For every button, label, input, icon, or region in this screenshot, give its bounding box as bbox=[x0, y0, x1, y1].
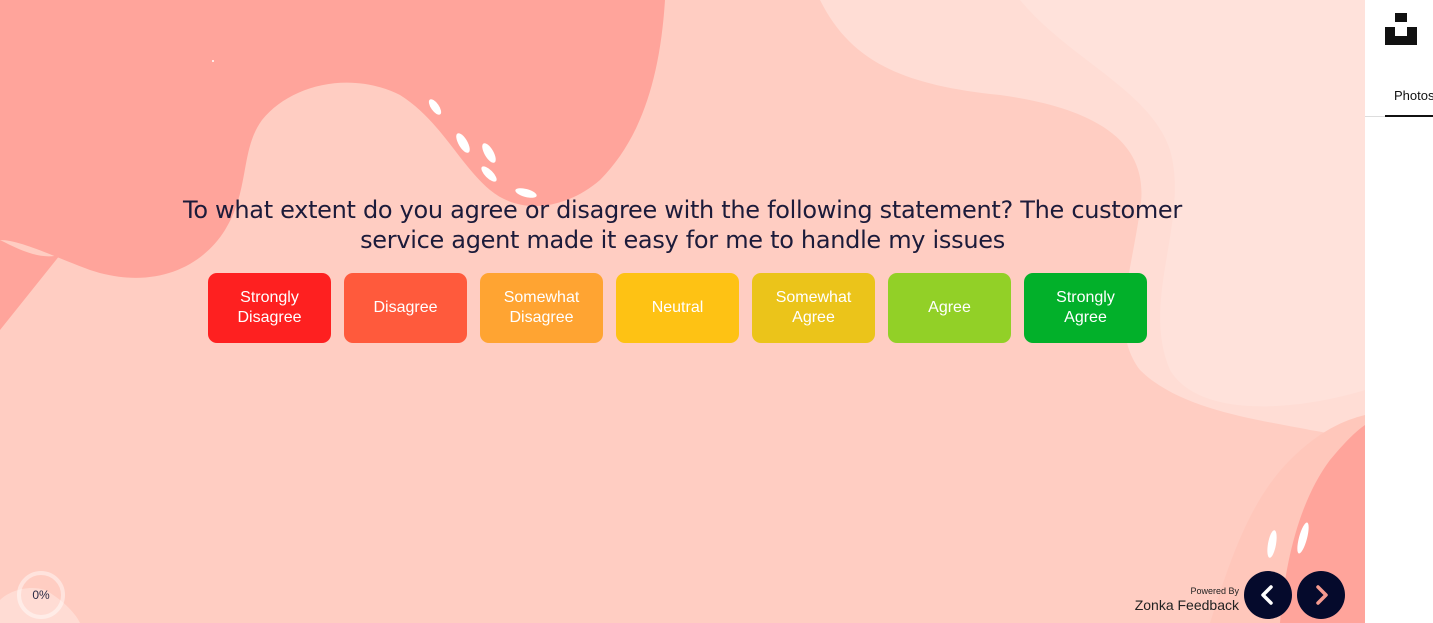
question-text: To what extent do you agree or disagree … bbox=[183, 196, 1182, 254]
previous-button[interactable] bbox=[1244, 571, 1292, 619]
powered-by-brand[interactable]: Zonka Feedback bbox=[1135, 597, 1239, 613]
option-agree[interactable]: Agree bbox=[888, 273, 1011, 343]
answer-options: Strongly Disagree Disagree Somewhat Disa… bbox=[208, 273, 1147, 343]
option-somewhat-disagree[interactable]: Somewhat Disagree bbox=[480, 273, 603, 343]
unsplash-logo-icon[interactable] bbox=[1385, 13, 1417, 45]
survey-page: To what extent do you agree or disagree … bbox=[0, 0, 1365, 623]
next-button[interactable] bbox=[1297, 571, 1345, 619]
tab-photos[interactable]: Photos bbox=[1365, 74, 1433, 116]
progress-label: 0% bbox=[32, 588, 50, 602]
tab-photos-label: Photos bbox=[1394, 87, 1433, 103]
option-somewhat-agree[interactable]: Somewhat Agree bbox=[752, 273, 875, 343]
option-disagree[interactable]: Disagree bbox=[344, 273, 467, 343]
option-neutral[interactable]: Neutral bbox=[616, 273, 739, 343]
powered-by-label: Powered By bbox=[1190, 586, 1239, 596]
chevron-left-icon bbox=[1261, 585, 1273, 605]
option-strongly-disagree[interactable]: Strongly Disagree bbox=[208, 273, 331, 343]
powered-by: Powered By Zonka Feedback bbox=[1135, 586, 1239, 613]
chevron-right-icon bbox=[1316, 585, 1328, 605]
progress-indicator: 0% bbox=[17, 571, 65, 619]
sidebar: Photos bbox=[1365, 0, 1433, 623]
option-strongly-agree[interactable]: Strongly Agree bbox=[1024, 273, 1147, 343]
tab-active-indicator bbox=[1385, 115, 1433, 117]
